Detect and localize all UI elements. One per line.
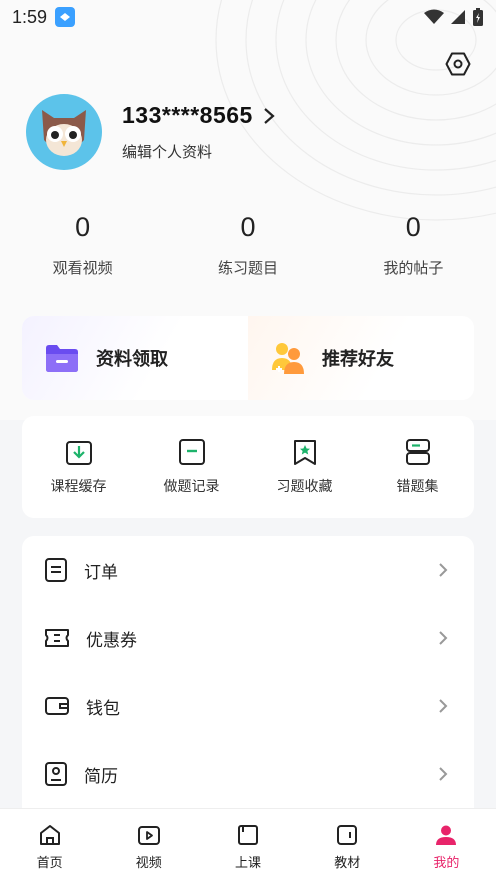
menu-label: 钱包 xyxy=(86,698,120,719)
nav-mine[interactable]: 我的 xyxy=(397,809,496,882)
materials-button[interactable]: 资料领取 xyxy=(22,316,248,400)
coupon-icon xyxy=(45,629,69,647)
stat-label: 我的帖子 xyxy=(383,259,444,277)
chevron-right-icon xyxy=(439,699,448,713)
practice-record-button[interactable]: 做题记录 xyxy=(135,438,248,496)
quick-actions: 课程缓存 做题记录 习题收藏 错题集 xyxy=(22,416,474,518)
record-icon xyxy=(178,439,205,465)
promo-card: 资料领取 推荐好友 xyxy=(22,316,474,400)
wallet-icon xyxy=(45,697,69,715)
profile-header[interactable]: 133****8565 编辑个人资料 xyxy=(26,94,275,170)
nav-label: 我的 xyxy=(433,856,460,871)
settings-button[interactable] xyxy=(444,50,472,78)
recommend-friends-label: 推荐好友 xyxy=(322,349,394,370)
quick-label: 错题集 xyxy=(396,479,439,495)
menu-label: 简历 xyxy=(84,766,118,787)
class-icon xyxy=(238,825,258,845)
settings-hexagon-icon xyxy=(445,52,471,76)
nav-label: 视频 xyxy=(135,856,162,871)
status-bar: 1:59 xyxy=(0,0,496,34)
edit-profile-link[interactable]: 编辑个人资料 xyxy=(122,141,275,162)
stats-row: 0 观看视频 0 练习题目 0 我的帖子 xyxy=(0,212,496,278)
chevron-right-icon xyxy=(439,767,448,781)
menu-label: 订单 xyxy=(84,562,118,583)
stat-practice-questions[interactable]: 0 练习题目 xyxy=(165,212,330,278)
quick-label: 课程缓存 xyxy=(50,479,107,495)
stat-my-posts[interactable]: 0 我的帖子 xyxy=(331,212,496,278)
nav-label: 上课 xyxy=(235,856,262,871)
nav-home[interactable]: 首页 xyxy=(0,809,99,882)
home-icon xyxy=(39,825,60,845)
wifi-icon xyxy=(424,9,444,24)
app-notification-icon xyxy=(55,7,76,27)
download-icon xyxy=(65,441,92,465)
wrong-questions-button[interactable]: 错题集 xyxy=(361,438,474,496)
stat-value: 0 xyxy=(240,212,256,242)
folder-icon xyxy=(46,345,78,372)
question-favorites-button[interactable]: 习题收藏 xyxy=(248,438,361,496)
friends-icon xyxy=(272,343,304,374)
menu-item-wallet[interactable]: 钱包 xyxy=(22,672,474,740)
avatar[interactable] xyxy=(26,94,102,170)
resume-icon xyxy=(45,762,67,786)
stat-value: 0 xyxy=(405,212,421,242)
textbook-icon xyxy=(337,825,358,845)
materials-label: 资料领取 xyxy=(96,349,168,370)
order-icon xyxy=(45,558,67,582)
quick-label: 做题记录 xyxy=(163,479,220,495)
nav-textbook[interactable]: 教材 xyxy=(298,809,397,882)
nav-video[interactable]: 视频 xyxy=(99,809,198,882)
nav-label: 首页 xyxy=(36,856,63,871)
nav-label: 教材 xyxy=(334,856,361,871)
wrong-set-icon xyxy=(405,439,430,465)
menu-list: 订单 优惠券 钱包 简历 xyxy=(22,536,474,826)
chevron-right-icon xyxy=(439,563,448,577)
stat-label: 观看视频 xyxy=(52,259,113,277)
stat-value: 0 xyxy=(75,212,91,242)
signal-icon xyxy=(451,10,465,24)
bookmark-icon xyxy=(293,440,316,465)
stat-watched-videos[interactable]: 0 观看视频 xyxy=(0,212,165,278)
nav-class[interactable]: 上课 xyxy=(198,809,297,882)
menu-item-orders[interactable]: 订单 xyxy=(22,536,474,604)
status-indicators xyxy=(424,7,484,27)
course-cache-button[interactable]: 课程缓存 xyxy=(22,438,135,496)
battery-icon xyxy=(473,8,483,26)
profile-icon xyxy=(436,825,457,845)
recommend-friends-button[interactable]: 推荐好友 xyxy=(248,316,474,400)
menu-label: 优惠券 xyxy=(86,630,137,651)
quick-label: 习题收藏 xyxy=(276,479,333,495)
video-icon xyxy=(137,826,160,845)
menu-item-resume[interactable]: 简历 xyxy=(22,740,474,808)
stat-label: 练习题目 xyxy=(217,259,278,277)
chevron-right-icon xyxy=(264,107,275,124)
status-time: 1:59 xyxy=(12,6,48,27)
menu-item-coupons[interactable]: 优惠券 xyxy=(22,604,474,672)
bottom-nav: 首页 视频 上课 教材 我的 xyxy=(0,808,496,882)
chevron-right-icon xyxy=(439,631,448,645)
owl-avatar-icon xyxy=(42,110,86,156)
phone-number: 133****8565 xyxy=(122,102,253,128)
